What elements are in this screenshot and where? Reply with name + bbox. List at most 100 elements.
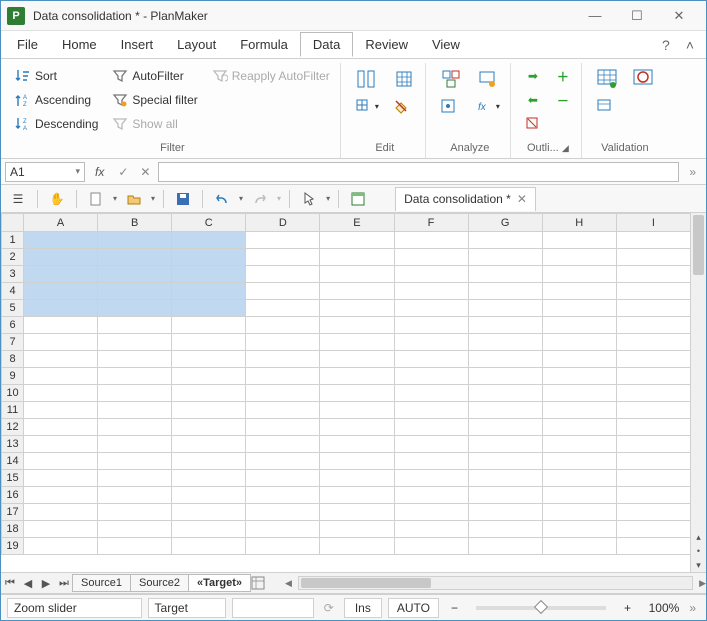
cell[interactable] — [24, 283, 98, 300]
cell[interactable] — [394, 470, 468, 487]
cell[interactable] — [616, 300, 690, 317]
cell[interactable] — [98, 266, 172, 283]
row-header[interactable]: 19 — [2, 538, 24, 555]
cell[interactable] — [616, 504, 690, 521]
row-header[interactable]: 13 — [2, 436, 24, 453]
cell[interactable] — [468, 436, 542, 453]
descending-button[interactable]: ZA Descending — [11, 113, 102, 135]
cell[interactable] — [172, 300, 246, 317]
cell[interactable] — [468, 351, 542, 368]
cell[interactable] — [468, 232, 542, 249]
cell[interactable] — [468, 368, 542, 385]
cell[interactable] — [172, 487, 246, 504]
sheet-icon[interactable] — [347, 188, 369, 210]
cell[interactable] — [246, 453, 320, 470]
cell[interactable] — [394, 368, 468, 385]
cell[interactable] — [24, 368, 98, 385]
cell[interactable] — [246, 385, 320, 402]
row-header[interactable]: 8 — [2, 351, 24, 368]
cell[interactable] — [172, 402, 246, 419]
cell[interactable] — [542, 317, 616, 334]
menu-icon[interactable]: ☰ — [7, 188, 29, 210]
close-button[interactable]: ✕ — [658, 2, 700, 30]
show-all-button[interactable]: Show all — [108, 113, 201, 135]
row-header[interactable]: 7 — [2, 334, 24, 351]
redo-button[interactable] — [249, 188, 271, 210]
tab-first-button[interactable]: ⏮ — [1, 577, 19, 590]
clear-outline-button[interactable] — [521, 113, 545, 135]
cell[interactable] — [98, 436, 172, 453]
pointer-tool-icon[interactable] — [298, 188, 320, 210]
scenario-button[interactable] — [472, 65, 504, 93]
cell[interactable] — [98, 487, 172, 504]
cell[interactable] — [468, 538, 542, 555]
cell[interactable] — [542, 538, 616, 555]
cell[interactable] — [246, 402, 320, 419]
cell[interactable] — [98, 249, 172, 266]
cell[interactable] — [246, 368, 320, 385]
cell[interactable] — [246, 283, 320, 300]
row-header[interactable]: 9 — [2, 368, 24, 385]
cell[interactable] — [172, 453, 246, 470]
goal-seek-button[interactable] — [436, 95, 466, 117]
column-header[interactable]: G — [468, 214, 542, 232]
cell[interactable] — [542, 402, 616, 419]
cell[interactable] — [616, 402, 690, 419]
hand-tool-icon[interactable]: ✋ — [46, 188, 68, 210]
cell[interactable] — [172, 470, 246, 487]
row-header[interactable]: 2 — [2, 249, 24, 266]
tab-prev-button[interactable]: ◀ — [19, 577, 37, 590]
zoom-percent[interactable]: 100% — [643, 601, 679, 615]
cell[interactable] — [320, 351, 394, 368]
cell[interactable] — [98, 504, 172, 521]
cell[interactable] — [542, 385, 616, 402]
cell[interactable] — [98, 368, 172, 385]
text-to-columns-button[interactable] — [351, 65, 383, 93]
sheet-tab-target[interactable]: «Target» — [188, 574, 251, 592]
zoom-out-button[interactable]: − — [445, 601, 464, 615]
cell[interactable] — [98, 334, 172, 351]
cell[interactable] — [24, 453, 98, 470]
column-header[interactable]: C — [172, 214, 246, 232]
auto-mode[interactable]: AUTO — [388, 598, 439, 618]
cell[interactable] — [320, 232, 394, 249]
cell[interactable] — [246, 470, 320, 487]
row-header[interactable]: 14 — [2, 453, 24, 470]
cell[interactable] — [616, 351, 690, 368]
hscroll-thumb[interactable] — [301, 578, 431, 588]
cell[interactable] — [320, 521, 394, 538]
row-header[interactable]: 1 — [2, 232, 24, 249]
cell[interactable] — [616, 283, 690, 300]
cell[interactable] — [246, 487, 320, 504]
sheet-tab-source1[interactable]: Source1 — [72, 574, 131, 592]
cell[interactable] — [394, 351, 468, 368]
scroll-dot-icon[interactable]: • — [691, 544, 706, 558]
cell[interactable] — [468, 453, 542, 470]
cell[interactable] — [98, 317, 172, 334]
cancel-formula-button[interactable]: ✕ — [136, 165, 154, 179]
cell[interactable] — [542, 453, 616, 470]
cell[interactable] — [468, 283, 542, 300]
cell[interactable] — [468, 470, 542, 487]
cell[interactable] — [616, 249, 690, 266]
formula-audit-button[interactable]: fx▾ — [472, 95, 504, 117]
menu-insert[interactable]: Insert — [109, 33, 166, 56]
cell[interactable] — [320, 538, 394, 555]
cell[interactable] — [98, 402, 172, 419]
cell[interactable] — [468, 521, 542, 538]
expand-formula-bar-button[interactable]: » — [683, 165, 702, 179]
cell[interactable] — [468, 504, 542, 521]
cell[interactable] — [468, 249, 542, 266]
cell[interactable] — [394, 300, 468, 317]
clear-button[interactable] — [389, 95, 419, 117]
cell[interactable] — [320, 487, 394, 504]
open-doc-button[interactable] — [123, 188, 145, 210]
cell[interactable] — [246, 521, 320, 538]
cell[interactable] — [616, 487, 690, 504]
tab-next-button[interactable]: ▶ — [37, 577, 55, 590]
cell[interactable] — [172, 317, 246, 334]
cell[interactable] — [542, 487, 616, 504]
cell[interactable] — [246, 266, 320, 283]
cell[interactable] — [616, 266, 690, 283]
cell[interactable] — [246, 334, 320, 351]
